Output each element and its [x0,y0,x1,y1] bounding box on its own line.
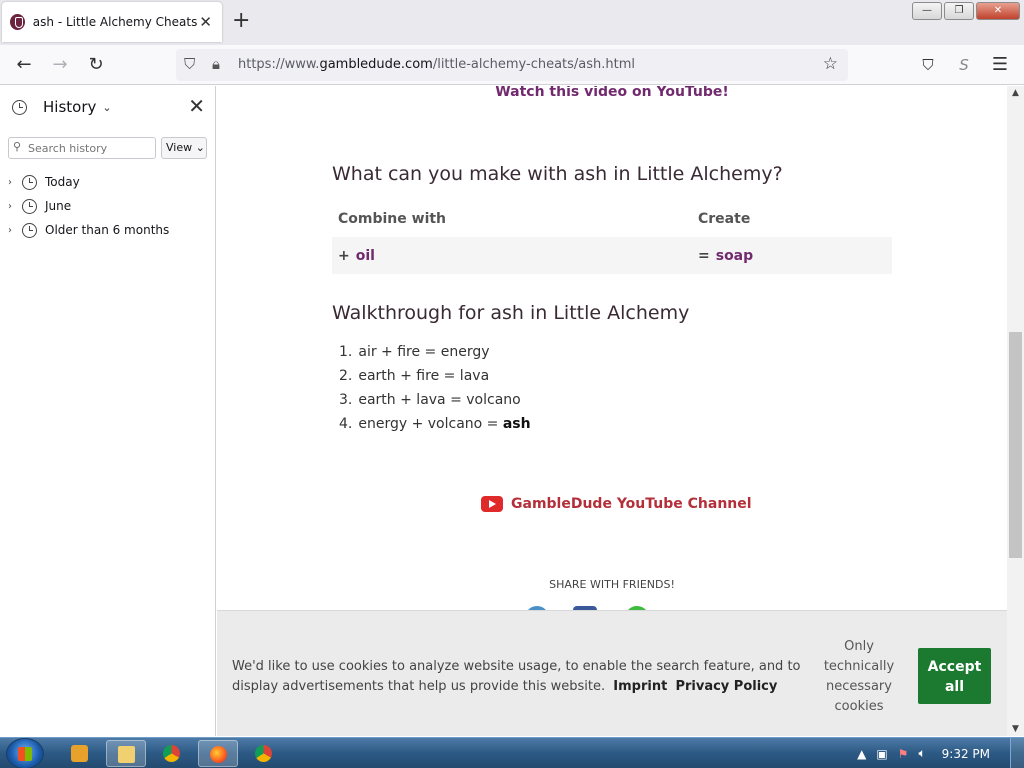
watch-youtube-link[interactable]: Watch this video on YouTube! [217,86,1007,100]
tab-strip: ash - Little Alchemy Cheats ✕ + — ❐ ✕ [0,0,1024,45]
show-desktop-button[interactable] [1010,738,1024,768]
start-button[interactable] [6,738,44,768]
only-necessary-cookies-button[interactable]: Only technically necessary cookies [815,637,903,717]
chrome-icon [255,745,272,762]
list-item: 2. earth + fire = lava [339,368,490,384]
firefox-icon [210,746,227,763]
clock-icon [22,174,37,190]
sidebar-title: History [43,98,97,116]
close-window-button[interactable]: ✕ [976,2,1020,20]
view-dropdown[interactable]: View ⌄ [161,137,207,159]
page-scrollbar[interactable]: ▲ ▼ [1007,86,1024,736]
tracking-shield-icon[interactable]: ⛉ [184,55,195,73]
history-group-today[interactable]: › Today [8,170,169,194]
taskbar-chrome-alt[interactable] [152,740,192,767]
history-clock-icon [12,99,27,115]
network-icon[interactable]: ▣ [876,747,887,761]
scroll-up-icon[interactable]: ▲ [1007,88,1024,98]
browser-icon [163,745,180,762]
expand-twisty-icon[interactable]: › [8,201,22,212]
clock-icon [22,222,37,238]
menu-icon[interactable]: ☰ [988,53,1012,77]
accept-all-button[interactable]: Accept all [918,648,991,704]
tab-title: ash - Little Alchemy Cheats [32,15,198,29]
col-create-header: Create [698,211,751,227]
history-search-field[interactable]: ⚲ [8,137,156,159]
media-player-icon [71,745,88,762]
search-icon: ⚲ [13,140,22,153]
window-controls: — ❐ ✕ [912,2,1020,20]
new-tab-icon[interactable]: + [232,10,250,32]
combine-cell: + oil [332,248,692,264]
taskbar-media-player[interactable] [60,740,100,767]
history-group-label: June [45,199,72,213]
list-item: 4. energy + volcano = ash [339,416,531,432]
history-tree: › Today › June › Older than 6 months [8,170,169,242]
back-icon[interactable]: ← [12,53,36,77]
history-group-older[interactable]: › Older than 6 months [8,218,169,242]
extension-icon[interactable]: S [952,53,976,77]
scroll-down-icon[interactable]: ▼ [1007,724,1024,734]
table-header: Combine with Create [332,201,892,237]
walkthrough-heading: Walkthrough for ash in Little Alchemy [332,302,690,324]
url-bar[interactable]: ⛉ 🔒︎ https://www.gambledude.com/little-a… [176,49,848,81]
bookmark-star-icon[interactable]: ☆ [823,54,838,74]
close-sidebar-icon[interactable]: ✕ [188,94,205,118]
scroll-thumb[interactable] [1009,332,1022,558]
taskbar-explorer[interactable] [106,740,146,767]
history-search-input[interactable] [28,140,153,156]
tab-close-icon[interactable]: ✕ [197,13,214,31]
url-text[interactable]: https://www.gambledude.com/little-alchem… [238,57,635,72]
tray-expand-icon[interactable]: ▲ [857,747,866,761]
restore-button[interactable]: ❐ [944,2,974,20]
expand-twisty-icon[interactable]: › [8,177,22,188]
taskbar-clock[interactable]: 9:32 PM [942,747,990,761]
list-item: 3. earth + lava = volcano [339,392,521,408]
equals-sign: = [698,247,710,264]
share-label: SHARE WITH FRIENDS! [549,578,675,591]
tab-ash[interactable]: ash - Little Alchemy Cheats ✕ [2,2,222,42]
youtube-channel-link[interactable]: GambleDude YouTube Channel [481,496,752,512]
taskbar-chrome[interactable] [244,740,284,767]
forward-icon[interactable]: → [48,53,72,77]
make-heading: What can you make with ash in Little Alc… [332,163,783,185]
plus-sign: + [338,247,350,264]
youtube-channel-label: GambleDude YouTube Channel [511,496,752,512]
history-group-label: Today [45,175,80,189]
lock-icon[interactable]: 🔒︎ [212,55,220,73]
expand-twisty-icon[interactable]: › [8,225,22,236]
site-favicon-icon [10,14,25,30]
create-cell: = soap [692,248,753,264]
minimize-button[interactable]: — [912,2,942,20]
pocket-icon[interactable]: ⛉ [916,53,940,77]
history-group-june[interactable]: › June [8,194,169,218]
privacy-policy-link[interactable]: Privacy Policy [675,679,777,694]
windows-logo-icon [18,747,32,761]
history-sidebar: History ⌄ ✕ ⚲ View ⌄ › Today › June › Ol… [0,86,216,736]
col-combine-header: Combine with [338,211,447,227]
windows-taskbar: ▲ ▣ ⚑ 🔈︎ 9:32 PM [0,737,1024,768]
cookie-banner: We'd like to use cookies to analyze webs… [217,610,1007,736]
folder-icon [118,746,135,763]
table-row: + oil = soap [332,237,892,274]
list-item: 1. air + fire = energy [339,344,490,360]
imprint-link[interactable]: Imprint [613,679,667,694]
combine-link[interactable]: oil [356,248,375,264]
system-tray: ▲ ▣ ⚑ 🔈︎ 9:32 PM [857,738,1024,768]
clock-icon [22,198,37,214]
create-link[interactable]: soap [716,248,753,264]
volume-icon[interactable]: 🔈︎ [918,746,925,761]
youtube-icon [481,496,503,512]
combinations-table: Combine with Create + oil = soap [332,201,892,274]
chevron-down-icon[interactable]: ⌄ [102,101,111,114]
sidebar-header[interactable]: History ⌄ [12,98,112,116]
walkthrough-list: 1. air + fire = energy 2. earth + fire = l… [339,342,531,438]
cookie-text: We'd like to use cookies to analyze webs… [232,657,812,697]
taskbar-firefox[interactable] [198,740,238,767]
navigation-toolbar: ← → ↻ ⛉ 🔒︎ https://www.gambledude.com/li… [0,45,1024,85]
view-label: View [166,141,193,154]
reload-icon[interactable]: ↻ [84,53,108,77]
flag-icon[interactable]: ⚑ [898,747,909,761]
history-group-label: Older than 6 months [45,223,170,237]
